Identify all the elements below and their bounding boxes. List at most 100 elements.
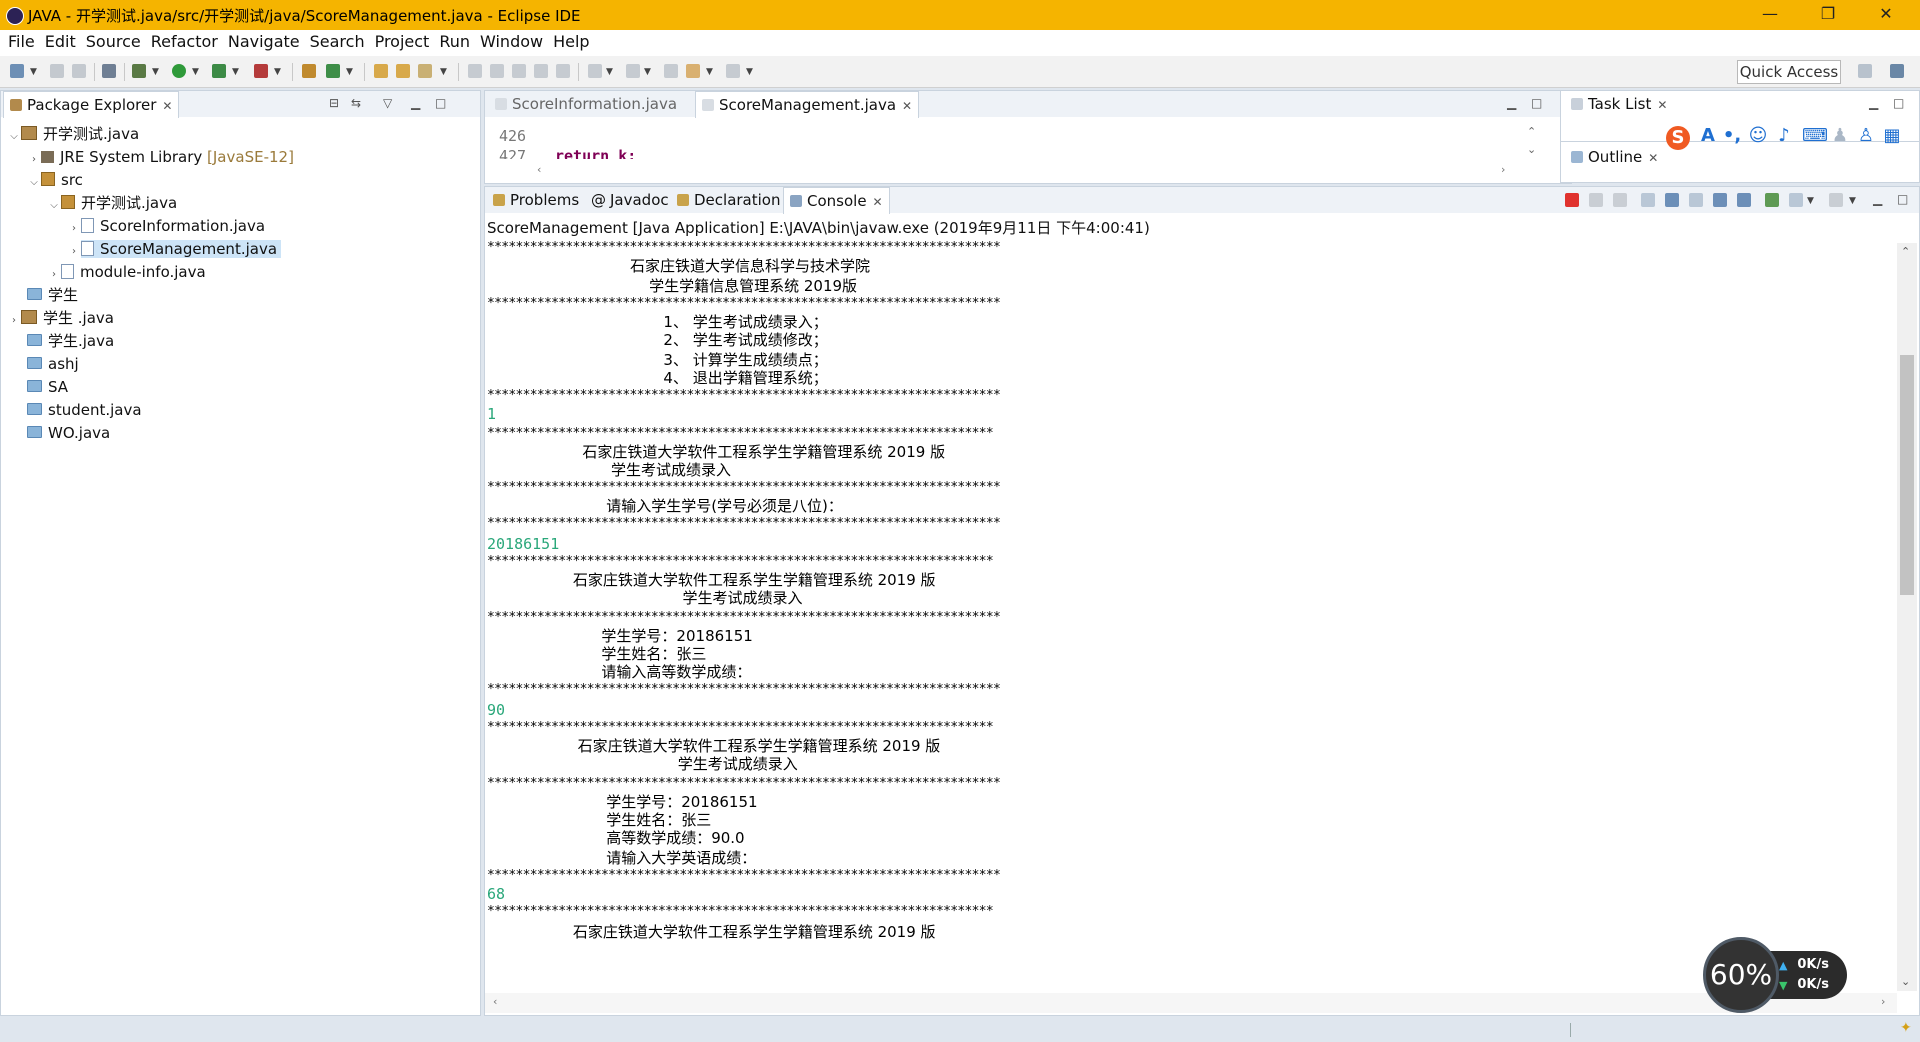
tree-item-jre-library[interactable]: › JRE System Library [JavaSE-12] — [27, 146, 294, 168]
console-horizontal-scrollbar[interactable]: ‹ › — [485, 993, 1897, 1013]
scrollbar-thumb[interactable] — [1900, 355, 1914, 595]
chevron-down-icon[interactable]: ▼ — [346, 67, 353, 77]
close-icon[interactable]: ✕ — [902, 99, 912, 113]
menu-help[interactable]: Help — [548, 31, 594, 53]
tab-scoreinformation[interactable]: ScoreInformation.java — [489, 91, 683, 117]
tab-outline[interactable]: Outline ✕ — [1565, 144, 1664, 170]
debug-icon[interactable] — [132, 64, 146, 78]
pilcrow-icon[interactable] — [556, 64, 570, 78]
quick-access-field[interactable]: Quick Access — [1737, 60, 1841, 84]
tab-console[interactable]: Console ✕ — [783, 187, 890, 214]
save-all-icon[interactable] — [72, 64, 86, 78]
skin-icon[interactable]: ♙ — [1856, 126, 1876, 146]
minimize-view-icon[interactable]: ▁ — [1507, 96, 1516, 110]
close-icon[interactable]: ✕ — [1657, 98, 1667, 112]
chevron-down-icon[interactable]: ▼ — [152, 67, 159, 77]
remove-all-launches-icon[interactable] — [1613, 193, 1627, 207]
new-icon[interactable] — [10, 64, 24, 78]
word-wrap-icon[interactable] — [1689, 193, 1703, 207]
menu-window[interactable]: Window — [475, 31, 548, 53]
toolbox-icon[interactable]: ▦ — [1882, 126, 1902, 146]
minimize-view-icon[interactable]: ▁ — [1873, 192, 1882, 206]
close-icon[interactable]: ✕ — [1648, 151, 1658, 165]
menu-refactor[interactable]: Refactor — [146, 31, 223, 53]
chevron-down-icon[interactable]: ▼ — [1807, 196, 1814, 206]
tab-problems[interactable]: Problems — [487, 187, 585, 213]
menu-run[interactable]: Run — [434, 31, 475, 53]
menu-project[interactable]: Project — [370, 31, 435, 53]
chevron-down-icon[interactable]: ▼ — [644, 67, 651, 77]
chevron-down-icon[interactable]: ▼ — [440, 67, 447, 77]
menu-navigate[interactable]: Navigate — [223, 31, 305, 53]
menu-file[interactable]: File — [3, 31, 40, 53]
menu-search[interactable]: Search — [305, 31, 370, 53]
user-icon[interactable]: ♟ — [1830, 126, 1850, 146]
minimize-view-icon[interactable]: ▁ — [1869, 96, 1878, 110]
show-on-stderr-icon[interactable] — [1737, 193, 1751, 207]
java-perspective-icon[interactable] — [1890, 64, 1904, 78]
maximize-view-icon[interactable]: □ — [1893, 96, 1904, 110]
chevron-down-icon[interactable]: ⌵ — [47, 195, 61, 217]
chevron-down-icon[interactable]: ⌵ — [27, 172, 41, 194]
maximize-button[interactable]: ❐ — [1800, 0, 1856, 30]
next-annotation-icon[interactable] — [588, 64, 602, 78]
tree-item-folder[interactable]: student.java — [13, 399, 142, 421]
chevron-right-icon[interactable]: › — [7, 310, 21, 332]
tree-item-folder[interactable]: 学生 — [13, 284, 78, 306]
maximize-view-icon[interactable]: □ — [1897, 192, 1908, 206]
scroll-left-icon[interactable]: ‹ — [493, 995, 497, 1008]
link-with-editor-icon[interactable]: ⇆ — [351, 96, 361, 110]
chevron-right-icon[interactable]: › — [67, 241, 81, 263]
show-on-stdout-icon[interactable] — [1713, 193, 1727, 207]
keyboard-icon[interactable]: ⌨ — [1802, 126, 1828, 146]
language-mode-icon[interactable]: A — [1698, 126, 1718, 146]
scroll-right-icon[interactable]: › — [1881, 995, 1885, 1008]
scroll-up-icon[interactable]: ⌃ — [1527, 125, 1536, 138]
run-icon[interactable] — [172, 64, 186, 78]
previous-annotation-icon[interactable] — [626, 64, 640, 78]
punctuation-icon[interactable]: •, — [1722, 126, 1742, 146]
pin-console-icon[interactable] — [1765, 193, 1779, 207]
clear-console-icon[interactable] — [1641, 193, 1655, 207]
scroll-down-icon[interactable]: ⌄ — [1527, 143, 1536, 156]
display-console-icon[interactable] — [1789, 193, 1803, 207]
scroll-lock-icon[interactable] — [1665, 193, 1679, 207]
tree-item-project[interactable]: › 学生 .java — [7, 307, 114, 329]
code-text[interactable]: return k; — [555, 147, 636, 159]
toggle-mark-icon[interactable] — [490, 64, 504, 78]
scroll-left-icon[interactable]: ‹ — [537, 163, 541, 176]
forward-arrow-icon[interactable] — [726, 64, 740, 78]
tree-item-scoremanagement[interactable]: › ScoreManagement.java — [67, 238, 282, 263]
chevron-down-icon[interactable]: ▼ — [192, 67, 199, 77]
toggle-annotation-icon[interactable] — [468, 64, 482, 78]
block-selection-icon[interactable] — [512, 64, 526, 78]
save-icon[interactable] — [50, 64, 64, 78]
scroll-up-icon[interactable]: ⌃ — [1901, 245, 1910, 258]
tab-package-explorer[interactable]: Package Explorer ✕ — [3, 91, 180, 118]
tab-task-list[interactable]: Task List ✕ — [1565, 91, 1674, 117]
open-type-icon[interactable] — [374, 64, 388, 78]
console-vertical-scrollbar[interactable]: ⌃ ⌄ — [1897, 243, 1917, 991]
chevron-down-icon[interactable]: ⌵ — [7, 126, 21, 148]
tree-item-module-info[interactable]: › module-info.java — [47, 261, 206, 283]
skip-breakpoints-icon[interactable] — [102, 64, 116, 78]
coverage-icon[interactable] — [212, 64, 226, 78]
tab-declaration[interactable]: Declaration — [671, 187, 786, 213]
collapse-all-icon[interactable]: ⊟ — [329, 96, 339, 110]
chevron-down-icon[interactable]: ▼ — [606, 67, 613, 77]
maximize-view-icon[interactable]: □ — [435, 96, 446, 110]
tree-item-scoreinformation[interactable]: › ScoreInformation.java — [67, 215, 265, 237]
remove-launch-icon[interactable] — [1589, 193, 1603, 207]
chevron-down-icon[interactable]: ▼ — [706, 67, 713, 77]
scroll-down-icon[interactable]: ⌄ — [1901, 975, 1910, 988]
emoji-icon[interactable]: ☺ — [1748, 126, 1768, 146]
new-java-class-icon[interactable] — [326, 64, 340, 78]
tree-item-project[interactable]: ⌵ 开学测试.java — [7, 123, 139, 145]
chevron-down-icon[interactable]: ▼ — [1849, 196, 1856, 206]
new-java-package-icon[interactable] — [302, 64, 316, 78]
chevron-right-icon[interactable]: › — [27, 149, 41, 171]
tab-javadoc[interactable]: @ Javadoc — [585, 187, 675, 213]
show-whitespace-icon[interactable] — [534, 64, 548, 78]
tree-item-folder[interactable]: SA — [13, 376, 68, 398]
sogou-logo-icon[interactable]: S — [1666, 126, 1690, 150]
